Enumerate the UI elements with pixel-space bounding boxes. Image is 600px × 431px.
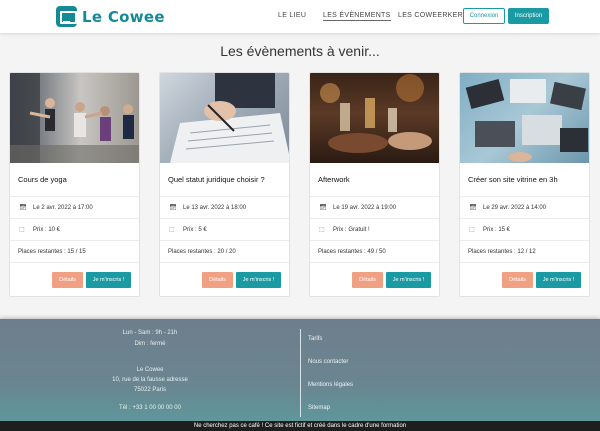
footer-link-contact[interactable]: Nous contacter	[308, 359, 348, 365]
details-button[interactable]: Détails	[502, 272, 533, 288]
details-button[interactable]: Détails	[52, 272, 83, 288]
event-title: Quel statut juridique choisir ?	[160, 163, 289, 197]
logo[interactable]: Le Cowee	[56, 6, 165, 27]
event-title: Cours de yoga	[10, 163, 139, 197]
event-places-row: Places restantes : 12 / 12	[460, 241, 589, 263]
details-button[interactable]: Détails	[202, 272, 233, 288]
event-image-website	[460, 73, 589, 163]
footer: Lun - Sam : 9h - 21h Dim : fermé Le Cowe…	[0, 319, 600, 431]
calendar-icon: 📅︎	[469, 205, 477, 211]
disclaimer-banner: Ne cherchez pas ce café ! Ce site est fi…	[0, 421, 600, 431]
calendar-icon: 📅︎	[19, 205, 27, 211]
event-signup-button[interactable]: Je m'inscris !	[236, 272, 281, 288]
event-date-row: 📅︎ Le 13 avr. 2022 à 18:00	[160, 197, 289, 219]
event-image-afterwork	[310, 73, 439, 163]
event-card: Cours de yoga 📅︎ Le 2 avr. 2022 à 17:00 ⬚…	[9, 72, 140, 297]
footer-phone: Tél : +33 1 00 00 00 00	[119, 405, 181, 411]
event-places: Places restantes : 15 / 15	[18, 248, 86, 255]
event-signup-button[interactable]: Je m'inscris !	[386, 272, 431, 288]
event-places-row: Places restantes : 20 / 20	[160, 241, 289, 263]
calendar-icon: 📅︎	[169, 205, 177, 211]
event-date: Le 29 avr. 2022 à 14:00	[483, 204, 547, 211]
event-places: Places restantes : 12 / 12	[468, 248, 536, 255]
event-date-row: 📅︎ Le 19 avr. 2022 à 19:00	[310, 197, 439, 219]
event-price-row: ⬚ Prix : 15 €	[460, 219, 589, 241]
event-date: Le 19 avr. 2022 à 19:00	[333, 204, 397, 211]
money-icon: ⬚	[169, 227, 175, 233]
event-places: Places restantes : 20 / 20	[168, 248, 236, 255]
event-signup-button[interactable]: Je m'inscris !	[86, 272, 131, 288]
event-image-legal	[160, 73, 289, 163]
signup-button[interactable]: Inscription	[508, 8, 549, 24]
event-card: Quel statut juridique choisir ? 📅︎ Le 13 …	[159, 72, 290, 297]
nav-link-lieu[interactable]: LE LIEU	[278, 12, 306, 19]
footer-hours-weekdays: Lun - Sam : 9h - 21h	[122, 330, 178, 336]
event-title: Créer son site vitrine en 3h	[460, 163, 589, 197]
footer-divider	[300, 329, 301, 417]
event-price: Prix : Gratuit !	[333, 226, 370, 233]
event-price: Prix : 15 €	[483, 226, 511, 233]
money-icon: ⬚	[19, 227, 25, 233]
page-title: Les évènements à venir...	[220, 43, 380, 59]
event-places-row: Places restantes : 15 / 15	[10, 241, 139, 263]
calendar-icon: 📅︎	[319, 205, 327, 211]
event-places: Places restantes : 49 / 50	[318, 248, 386, 255]
navbar: Le Cowee LE LIEU LES ÉVÈNEMENTS LES COWE…	[0, 0, 600, 33]
event-date-row: 📅︎ Le 29 avr. 2022 à 14:00	[460, 197, 589, 219]
footer-link-legal[interactable]: Mentions légales	[308, 382, 353, 388]
footer-link-sitemap[interactable]: Sitemap	[308, 405, 330, 411]
nav-link-coweerkers[interactable]: LES COWEERKERS	[398, 12, 468, 19]
event-price-row: ⬚ Prix : Gratuit !	[310, 219, 439, 241]
event-image-yoga	[10, 73, 139, 163]
nav-link-evenements[interactable]: LES ÉVÈNEMENTS	[323, 12, 391, 21]
login-button[interactable]: Connexion	[463, 8, 505, 24]
event-signup-button[interactable]: Je m'inscris !	[536, 272, 581, 288]
event-card: Afterwork 📅︎ Le 19 avr. 2022 à 19:00 ⬚ Pri…	[309, 72, 440, 297]
event-date-row: 📅︎ Le 2 avr. 2022 à 17:00	[10, 197, 139, 219]
footer-address-street: 10, rue de la fausse adresse	[112, 377, 188, 383]
footer-name: Le Cowee	[136, 367, 164, 373]
event-card: Créer son site vitrine en 3h 📅︎ Le 29 avr…	[459, 72, 590, 297]
laptop-logo-icon	[56, 6, 77, 27]
money-icon: ⬚	[319, 227, 325, 233]
money-icon: ⬚	[469, 227, 475, 233]
event-title: Afterwork	[310, 163, 439, 197]
footer-link-tarifs[interactable]: Tarifs	[308, 336, 322, 342]
footer-hours-sunday: Dim : fermé	[134, 341, 166, 347]
event-price: Prix : 5 €	[183, 226, 207, 233]
footer-address-city: 75022 Paris	[133, 387, 167, 393]
details-button[interactable]: Détails	[352, 272, 383, 288]
event-places-row: Places restantes : 49 / 50	[310, 241, 439, 263]
event-price-row: ⬚ Prix : 5 €	[160, 219, 289, 241]
event-date: Le 13 avr. 2022 à 18:00	[183, 204, 247, 211]
event-date: Le 2 avr. 2022 à 17:00	[33, 204, 93, 211]
event-price-row: ⬚ Prix : 10 €	[10, 219, 139, 241]
logo-text: Le Cowee	[82, 7, 165, 26]
event-price: Prix : 10 €	[33, 226, 61, 233]
